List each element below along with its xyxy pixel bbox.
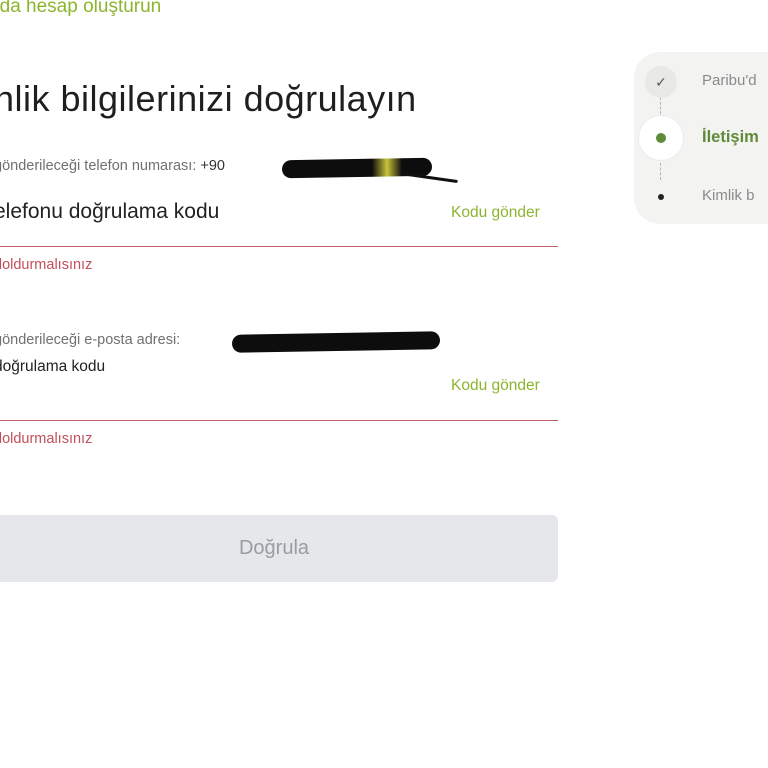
- phone-send-code-button[interactable]: Kodu gönder: [451, 204, 540, 222]
- phone-code-error: doldurmalısınız: [0, 257, 93, 273]
- phone-code-underline: [0, 246, 558, 247]
- verify-button[interactable]: Doğrula: [0, 515, 558, 582]
- active-dot-icon: [656, 133, 666, 143]
- step-completed-marker: ✓: [645, 66, 677, 98]
- check-icon: ✓: [655, 73, 667, 90]
- email-code-error: doldurmalısınız: [0, 431, 93, 447]
- phone-hint: gönderileceği telefon numarası: +90: [0, 158, 225, 174]
- page: 'da hesap oluşturun nlik bilgilerinizi d…: [0, 0, 768, 768]
- phone-code-label: elefonu doğrulama kodu: [0, 200, 220, 223]
- step-pending-marker: [653, 189, 669, 205]
- stepper-connector-2: [660, 158, 661, 180]
- step-label-2: İletişim: [702, 128, 759, 146]
- step-label-1: Paribu'd: [702, 72, 757, 89]
- step-active-marker: [639, 116, 683, 160]
- phone-number-prefix: +90: [200, 158, 225, 174]
- email-code-label: doğrulama kodu: [0, 358, 106, 375]
- email-hint: gönderileceği e-posta adresi:: [0, 332, 181, 348]
- page-title: nlik bilgilerinizi doğrulayın: [0, 78, 417, 120]
- create-account-link[interactable]: 'da hesap oluşturun: [0, 0, 161, 18]
- redacted-phone-scribble-tail: [400, 171, 458, 184]
- pending-dot-icon: [658, 194, 664, 200]
- redacted-email-scribble: [231, 331, 441, 353]
- phone-hint-text: gönderileceği telefon numarası:: [0, 158, 197, 174]
- email-send-code-button[interactable]: Kodu gönder: [451, 377, 540, 395]
- email-code-underline: [0, 420, 558, 421]
- email-code-input[interactable]: [0, 380, 434, 416]
- step-label-3: Kimlik b: [702, 187, 755, 204]
